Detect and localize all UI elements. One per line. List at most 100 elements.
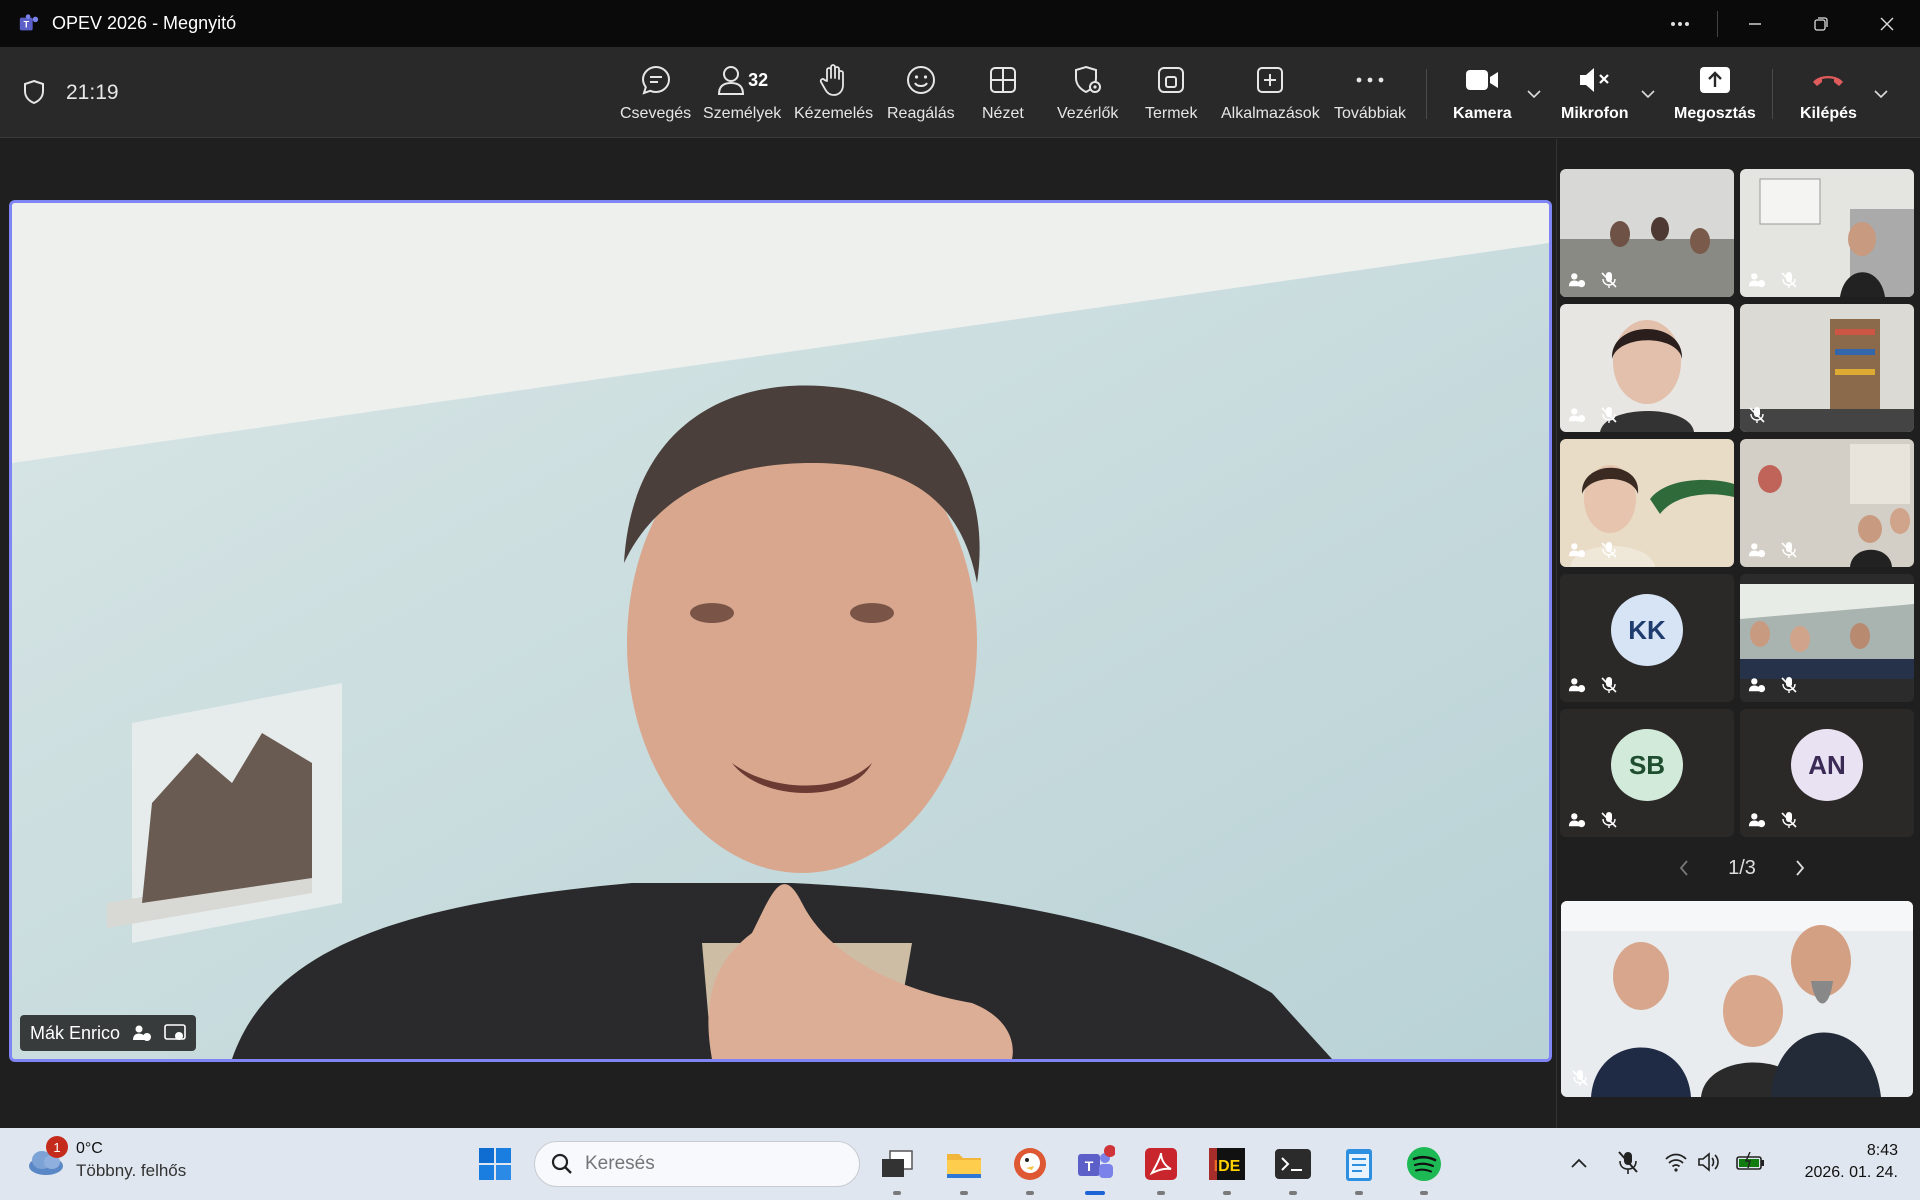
spotify-icon xyxy=(1407,1147,1441,1181)
battery-icon[interactable] xyxy=(1736,1152,1766,1172)
more-icon xyxy=(1671,21,1689,26)
folder-icon xyxy=(947,1154,981,1178)
terminal-icon xyxy=(1275,1149,1311,1179)
speaker-name: Mák Enrico xyxy=(30,1022,121,1043)
volume-icon[interactable] xyxy=(1697,1151,1721,1173)
leave-button[interactable]: Kilépés xyxy=(1800,61,1857,127)
camera-icon xyxy=(1466,70,1499,90)
rooms-button[interactable]: Termek xyxy=(1145,61,1197,127)
close-icon xyxy=(1880,17,1894,30)
people-icon xyxy=(718,66,745,95)
restore-button[interactable] xyxy=(1788,0,1854,47)
attendee-icon xyxy=(1748,273,1766,288)
participant-tile[interactable] xyxy=(1740,574,1914,702)
controls-label: Vezérlők xyxy=(1057,105,1119,122)
participant-tile[interactable] xyxy=(1560,304,1734,432)
ide-icon: IDE xyxy=(1209,1148,1245,1180)
toolbar-separator xyxy=(1772,69,1773,119)
hang-up-icon xyxy=(1813,76,1844,86)
taskbar-spotify[interactable] xyxy=(1401,1141,1447,1195)
avatar: SB xyxy=(1611,729,1683,801)
weather-badge-count: 1 xyxy=(53,1139,61,1155)
search-icon xyxy=(551,1153,572,1174)
window-title: OPEV 2026 - Megnyitó xyxy=(52,13,237,33)
toolbar-separator xyxy=(1426,69,1427,119)
avatar: AN xyxy=(1791,729,1863,801)
camera-button[interactable]: Kamera xyxy=(1453,61,1512,127)
taskbar-acrobat[interactable] xyxy=(1138,1141,1184,1195)
wifi-icon[interactable] xyxy=(1664,1152,1688,1172)
taskbar-terminal[interactable] xyxy=(1270,1141,1316,1195)
meeting-timer: 21:19 xyxy=(66,81,119,104)
participant-tile[interactable]: KK xyxy=(1560,574,1734,702)
chevron-right-icon[interactable] xyxy=(1793,858,1807,878)
weather-widget[interactable]: 1 0°C Többny. felhős xyxy=(26,1136,187,1181)
weather-badge: 1 xyxy=(46,1136,68,1158)
participant-tile[interactable] xyxy=(1560,439,1734,567)
participant-tile[interactable]: AN xyxy=(1740,709,1914,837)
taskbar-search[interactable] xyxy=(534,1141,860,1187)
apps-button[interactable]: Alkalmazások xyxy=(1221,61,1320,127)
react-button[interactable]: Reagálás xyxy=(887,61,955,127)
taskbar-ide[interactable]: IDE xyxy=(1204,1141,1250,1195)
camera-options-chevron-icon[interactable] xyxy=(1525,85,1543,103)
taskbar-teams[interactable]: T xyxy=(1072,1141,1118,1195)
taskbar-file-explorer[interactable] xyxy=(941,1141,987,1195)
taskbar-task-view[interactable] xyxy=(874,1141,920,1195)
mic-muted-tray-icon[interactable] xyxy=(1617,1150,1639,1176)
attendee-icon xyxy=(1568,543,1586,558)
svg-text:T: T xyxy=(23,19,29,29)
taskbar-notepad[interactable] xyxy=(1336,1141,1382,1195)
participant-tile[interactable] xyxy=(1740,439,1914,567)
speaker-name-tag: Mák Enrico xyxy=(20,1015,197,1051)
leave-label: Kilépés xyxy=(1800,105,1857,122)
chat-icon xyxy=(641,65,670,95)
mic-options-chevron-icon[interactable] xyxy=(1639,85,1657,103)
participant-tile[interactable] xyxy=(1740,304,1914,432)
self-view-video[interactable] xyxy=(1561,901,1913,1097)
clock-date: 2026. 01. 24. xyxy=(1804,1164,1898,1181)
page-indicator: 1/3 xyxy=(1728,856,1756,879)
weather-description: Többny. felhős xyxy=(76,1161,187,1180)
participant-tile[interactable] xyxy=(1740,169,1914,297)
notepad-icon xyxy=(1346,1149,1372,1181)
restore-icon xyxy=(1814,16,1828,31)
chevron-up-icon[interactable] xyxy=(1570,1156,1588,1170)
minimize-icon xyxy=(1749,22,1761,25)
main-speaker-video[interactable]: Mák Enrico xyxy=(9,200,1552,1062)
avatar: KK xyxy=(1611,594,1683,666)
meeting-toolbar: 21:19 Csevegés 32 Személyek Kézemelés Re… xyxy=(0,47,1920,138)
microphone-button[interactable]: Mikrofon xyxy=(1561,61,1629,127)
close-button[interactable] xyxy=(1854,0,1920,47)
svg-text:T: T xyxy=(1085,1158,1094,1174)
participant-tile[interactable]: SB xyxy=(1560,709,1734,837)
window-more-button[interactable] xyxy=(1647,0,1713,47)
system-clock[interactable]: 8:43 2026. 01. 24. xyxy=(1805,1142,1898,1182)
more-button[interactable]: Továbbiak xyxy=(1334,61,1406,127)
chat-button[interactable]: Csevegés xyxy=(620,61,691,127)
chevron-left-icon[interactable] xyxy=(1677,858,1691,878)
smiley-icon xyxy=(906,66,935,94)
start-button[interactable] xyxy=(472,1141,518,1187)
view-button[interactable]: Nézet xyxy=(982,61,1024,127)
taskbar-duckduckgo[interactable] xyxy=(1007,1141,1053,1195)
attendee-icon xyxy=(1568,678,1586,693)
gallery-pager: 1/3 xyxy=(1677,853,1807,883)
windows-logo-icon xyxy=(479,1148,511,1180)
leave-options-chevron-icon[interactable] xyxy=(1872,85,1890,103)
search-input[interactable] xyxy=(585,1153,825,1175)
raise-hand-button[interactable]: Kézemelés xyxy=(794,61,873,127)
participant-gallery: KK SB AN 1/3 xyxy=(1556,139,1920,1129)
share-button[interactable]: Megosztás xyxy=(1674,61,1756,127)
people-button[interactable]: 32 Személyek xyxy=(703,61,781,127)
minimize-button[interactable] xyxy=(1722,0,1788,47)
speaker-video-frame xyxy=(12,203,1549,1059)
participant-tile[interactable] xyxy=(1560,169,1734,297)
rooms-label: Termek xyxy=(1145,105,1198,122)
running-indicator xyxy=(960,1191,968,1195)
weather-temperature: 0°C xyxy=(76,1140,103,1157)
running-indicator xyxy=(1289,1191,1297,1195)
controls-button[interactable]: Vezérlők xyxy=(1057,61,1118,127)
mic-off-icon xyxy=(1601,677,1617,693)
raise-hand-label: Kézemelés xyxy=(794,105,874,122)
